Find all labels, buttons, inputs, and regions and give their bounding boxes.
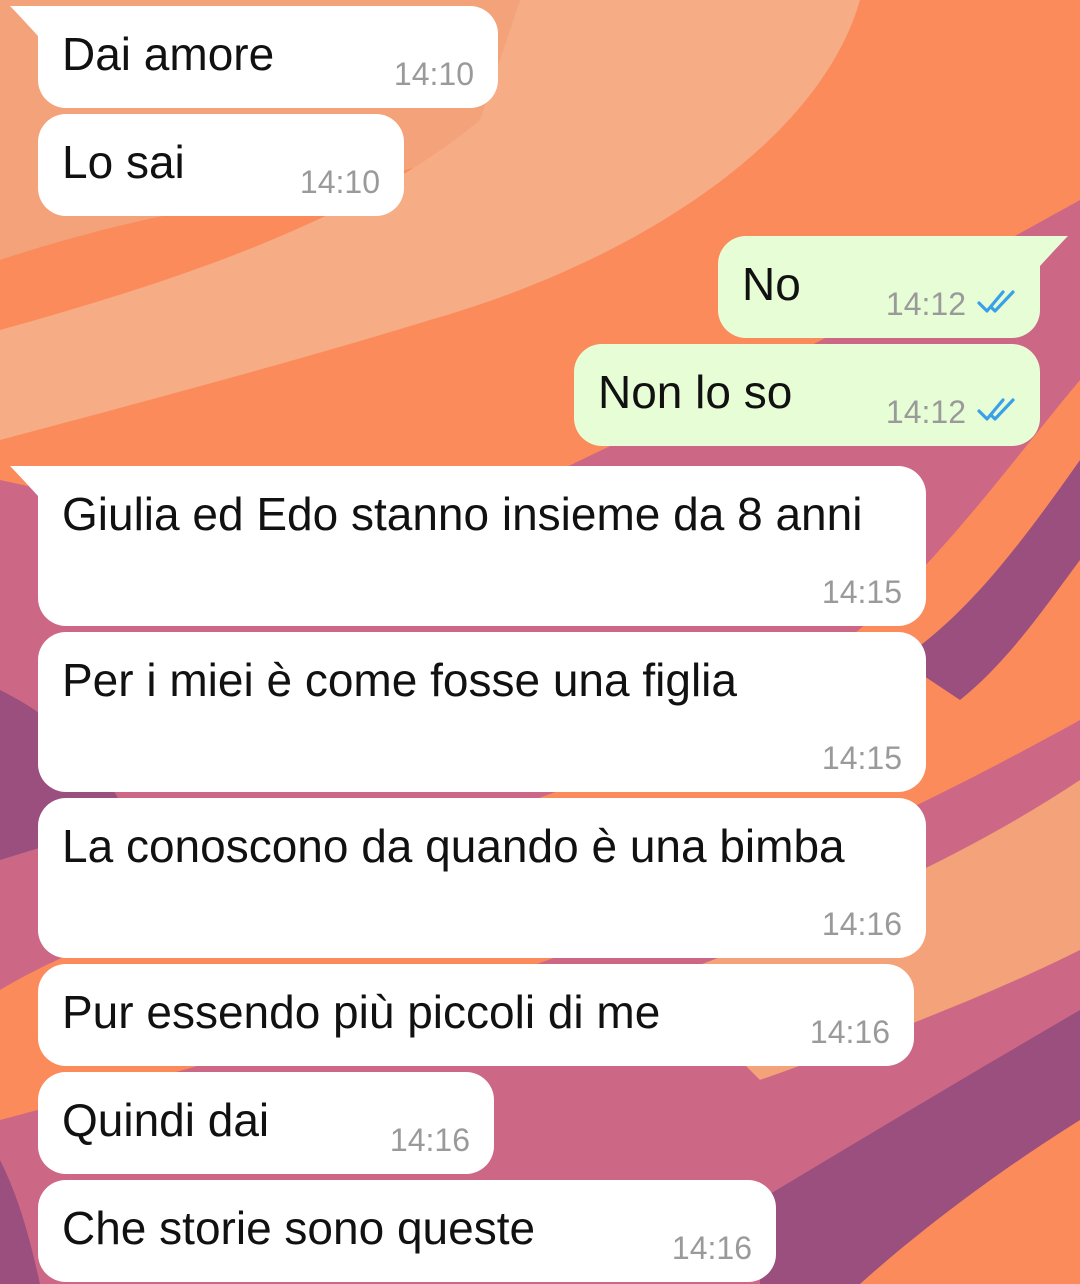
message-text: Dai amore bbox=[62, 28, 275, 80]
message-text: Giulia ed Edo stanno insieme da 8 anni bbox=[62, 488, 863, 540]
incoming-message-bubble[interactable]: Giulia ed Edo stanno insieme da 8 anni 14… bbox=[10, 466, 926, 626]
message-timestamp: 14:16 bbox=[821, 906, 902, 942]
incoming-message-bubble[interactable]: Lo sai 14:10 bbox=[38, 114, 404, 216]
read-double-check-icon bbox=[977, 398, 1015, 421]
message-timestamp: 14:15 bbox=[821, 574, 902, 610]
bubble-tail bbox=[1038, 236, 1068, 266]
message-timestamp: 14:12 bbox=[885, 394, 966, 430]
incoming-message-bubble[interactable]: Pur essendo più piccoli di me 14:16 bbox=[38, 964, 914, 1066]
incoming-message-bubble[interactable]: La conoscono da quando è una bimba 14:16 bbox=[38, 798, 926, 958]
message-text: Quindi dai bbox=[62, 1094, 270, 1146]
message-timestamp: 14:12 bbox=[885, 286, 966, 322]
message-timestamp: 14:10 bbox=[299, 164, 380, 200]
incoming-message-bubble[interactable]: Che storie sono queste 14:16 bbox=[38, 1180, 776, 1282]
message-timestamp: 14:16 bbox=[671, 1230, 752, 1266]
message-text: Lo sai bbox=[62, 136, 185, 188]
message-text: Pur essendo più piccoli di me bbox=[62, 986, 661, 1038]
outgoing-message-bubble[interactable]: No 14:12 bbox=[718, 236, 1068, 338]
message-timestamp: 14:16 bbox=[389, 1122, 470, 1158]
message-text: Che storie sono queste bbox=[62, 1202, 536, 1254]
message-text: Non lo so bbox=[598, 366, 793, 418]
read-double-check-icon bbox=[977, 290, 1015, 313]
bubble-tail bbox=[10, 466, 40, 496]
message-timestamp: 14:10 bbox=[393, 56, 474, 92]
message-timestamp: 14:16 bbox=[809, 1014, 890, 1050]
message-text: Per i miei è come fosse una figlia bbox=[62, 654, 737, 706]
message-text: La conoscono da quando è una bimba bbox=[62, 820, 845, 872]
incoming-message-bubble[interactable]: Per i miei è come fosse una figlia 14:15 bbox=[38, 632, 926, 792]
chat-messages-area[interactable]: Dai amore 14:10 Lo sai 14:10 No 14:12 Non lo s… bbox=[0, 0, 1080, 1284]
incoming-message-bubble[interactable]: Quindi dai 14:16 bbox=[38, 1072, 494, 1174]
outgoing-message-bubble[interactable]: Non lo so 14:12 bbox=[574, 344, 1040, 446]
message-text: No bbox=[742, 258, 801, 310]
incoming-message-bubble[interactable]: Dai amore 14:10 bbox=[10, 6, 498, 108]
message-timestamp: 14:15 bbox=[821, 740, 902, 776]
bubble-tail bbox=[10, 6, 40, 36]
